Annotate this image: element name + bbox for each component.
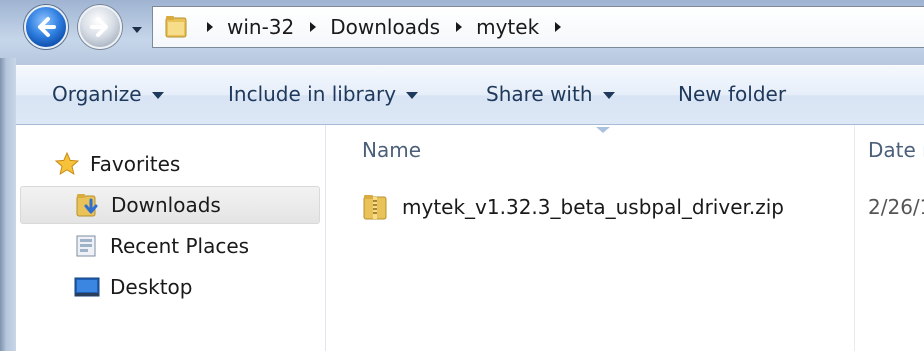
- sidebar-item-desktop[interactable]: Desktop: [74, 268, 192, 306]
- column-divider[interactable]: [854, 125, 855, 351]
- sidebar-item-label: Desktop: [110, 275, 193, 299]
- command-toolbar: Organize Include in library Share with N…: [16, 65, 924, 125]
- column-header-name[interactable]: Name: [362, 125, 852, 175]
- file-date: 2/26/1: [868, 195, 924, 219]
- history-dropdown-icon[interactable]: [130, 22, 144, 36]
- star-icon: [54, 151, 80, 176]
- favorites-label: Favorites: [90, 152, 181, 176]
- new-folder-button[interactable]: New folder: [678, 82, 786, 106]
- back-arrow-icon: [38, 17, 56, 37]
- file-row[interactable]: mytek_v1.32.3_beta_usbpal_driver.zip: [362, 187, 784, 227]
- chevron-down-icon: [406, 91, 419, 99]
- back-button[interactable]: [24, 5, 68, 49]
- breadcrumb-separator-icon[interactable]: [553, 21, 563, 33]
- file-list: Name Date m mytek_v1.32.3_beta_usbpal_dr…: [326, 125, 924, 351]
- column-header-date[interactable]: Date m: [868, 125, 924, 175]
- new-folder-label: New folder: [678, 82, 787, 106]
- file-name: mytek_v1.32.3_beta_usbpal_driver.zip: [402, 195, 785, 219]
- desktop-icon: [74, 277, 100, 297]
- navigation-pane: Favorites Downloads Recent Places Deskto…: [16, 125, 326, 351]
- include-in-library-label: Include in library: [228, 82, 397, 106]
- forward-arrow-icon: [90, 17, 108, 37]
- sidebar-item-favorites[interactable]: Favorites: [54, 145, 180, 183]
- share-with-label: Share with: [486, 82, 593, 106]
- breadcrumb-separator-icon[interactable]: [205, 21, 215, 33]
- folder-icon: [165, 16, 187, 38]
- sidebar-item-label: Downloads: [111, 193, 221, 217]
- breadcrumb-win-32[interactable]: win-32: [227, 15, 294, 39]
- navigation-bar: win-32 Downloads mytek: [0, 0, 924, 58]
- downloads-folder-icon: [76, 194, 98, 217]
- include-in-library-button[interactable]: Include in library: [228, 82, 419, 106]
- breadcrumb-downloads[interactable]: Downloads: [330, 15, 440, 39]
- organize-label: Organize: [52, 82, 142, 106]
- chevron-down-icon: [602, 91, 615, 99]
- breadcrumb-separator-icon[interactable]: [454, 21, 464, 33]
- address-bar[interactable]: win-32 Downloads mytek: [152, 6, 924, 48]
- sidebar-item-recent-places[interactable]: Recent Places: [74, 227, 249, 265]
- window-border: [0, 58, 16, 351]
- zip-folder-icon: [363, 195, 387, 220]
- chevron-down-icon: [151, 91, 164, 99]
- breadcrumb-separator-icon[interactable]: [308, 21, 318, 33]
- sidebar-item-downloads[interactable]: Downloads: [20, 186, 320, 224]
- sidebar-item-label: Recent Places: [110, 234, 250, 258]
- breadcrumb-mytek[interactable]: mytek: [476, 15, 539, 39]
- recent-places-icon: [76, 235, 96, 257]
- column-header-date-label: Date m: [868, 138, 924, 162]
- column-header-name-label: Name: [362, 138, 422, 162]
- share-with-button[interactable]: Share with: [486, 82, 615, 106]
- organize-button[interactable]: Organize: [52, 82, 164, 106]
- forward-button[interactable]: [78, 5, 122, 49]
